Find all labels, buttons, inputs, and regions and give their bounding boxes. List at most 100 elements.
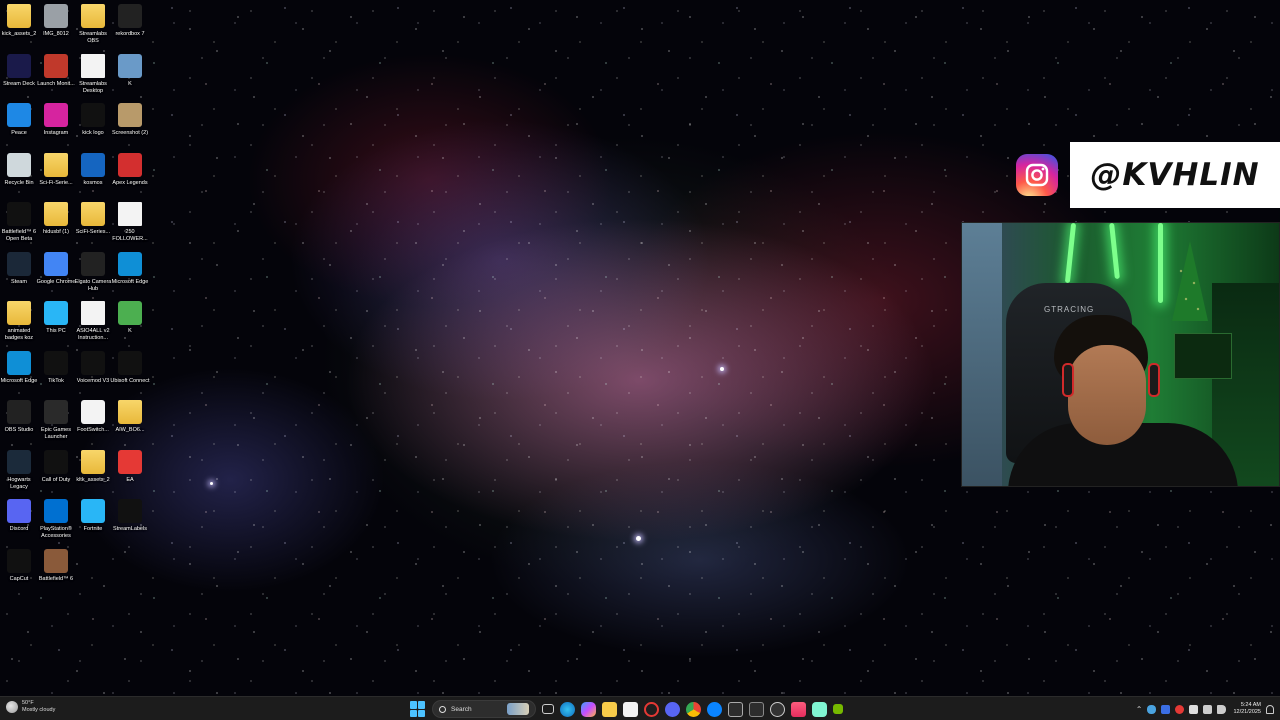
desktop-icon[interactable]: Epic Games Launcher [37,400,75,448]
neon-light [1064,223,1077,284]
ubisoft-icon [118,350,142,375]
start-button[interactable] [410,701,426,717]
desktop-icon-label: PlayStation® Accessories [40,526,72,539]
desktop-icon[interactable]: Steam [0,251,38,300]
desktop-icon-label: Voicemod V3 [76,377,110,384]
snip-icon[interactable] [728,701,743,717]
photo-icon [118,53,142,78]
desktop-icon-label: Epic Games Launcher [41,427,71,440]
folder-icon [81,4,105,28]
desktop-icon[interactable]: Microsoft Edge [0,350,38,399]
desktop-icon[interactable]: K [111,53,149,102]
desktop-icon[interactable]: Fortnite [74,499,112,547]
clock[interactable]: 5:24 AM 12/21/2025 [1233,702,1261,716]
desktop-icon[interactable]: SciFi-Series... [74,202,112,250]
search-input[interactable]: Search [432,700,536,718]
network-icon[interactable] [1189,704,1199,714]
remote-icon[interactable] [707,701,722,717]
capcut-icon [7,548,31,573]
desktop-icon-label: Screenshot (2) [111,130,149,136]
kick-icon [81,103,105,127]
desktop-icon-label: 250 FOLLOWER... [112,229,148,242]
desktop-icon[interactable]: Streamlabs OBS [74,4,112,52]
chrome-icon [44,251,68,276]
desktop-icon[interactable]: kosmos [74,152,112,201]
desktop-icon[interactable]: K [111,301,149,349]
desktop-icon-label: StreamLabels [113,526,147,532]
streamlabs-icon[interactable] [812,701,827,717]
recorder-icon[interactable] [644,701,659,717]
desktop-icon[interactable]: Recycle Bin [0,152,38,201]
obs-icon[interactable] [770,701,785,717]
instagram-handle: @KVHLIN [1070,142,1280,208]
desktop-icon[interactable]: hidusbf (1) [37,202,75,250]
store-icon[interactable] [623,701,638,717]
weather-widget[interactable]: 50°F Mostly cloudy [6,700,55,714]
image-icon [44,4,68,28]
desktop-icon[interactable]: Stream Deck [0,53,38,102]
desktop-icon[interactable]: animated badges koz [0,301,38,349]
desktop-icon[interactable]: Screenshot (2) [111,103,149,151]
desktop-icon[interactable]: kick logo [74,103,112,151]
notification-bell-icon[interactable] [1266,704,1274,714]
desktop-icon[interactable]: Streamlabs Desktop [74,53,112,102]
desktop-icon[interactable]: AIW_BO6... [111,400,149,448]
bluetooth-icon[interactable] [1161,704,1171,714]
folder-icon [44,152,68,177]
battlefield-icon [7,202,31,226]
desktop-icon-label: Call of Duty [41,476,71,483]
nvidia-icon[interactable] [833,704,843,714]
desktop-icon[interactable]: kltk_assets_2 [74,449,112,498]
desktop-icon[interactable]: Discord [0,499,38,547]
desktop-icon[interactable]: Elgato Camera Hub [74,251,112,300]
desktop-icon[interactable]: StreamLabels [111,499,149,547]
desktop-icon[interactable]: IMG_8012 [37,4,75,52]
edge-icon[interactable] [560,701,575,717]
desktop-icon[interactable]: kick_assets_2 [0,4,38,52]
desktop-icon[interactable]: OBS Studio [0,400,38,448]
desktop-icon[interactable]: Peace [0,103,38,151]
itunes-icon[interactable] [791,701,806,717]
desktop-icon[interactable]: EA [111,449,149,498]
desktop-icon[interactable]: Google Chrome [37,251,75,300]
desktop-icon[interactable]: This PC [37,301,75,349]
photo-icon [118,301,142,325]
desktop-icon[interactable]: Apex Legends [111,152,149,201]
desktop-icon[interactable]: Launch Monit... [37,53,75,102]
desktop-icon-label: Streamlabs OBS [79,31,107,44]
steam-icon [7,251,31,276]
copilot-icon[interactable] [581,701,596,717]
desktop-icon[interactable]: Call of Duty [37,449,75,498]
recycle-bin-icon [7,152,31,177]
desktop-icon[interactable]: Sci-Fi-Serie... [37,152,75,201]
desktop-icon[interactable]: Battlefield™ 6 [37,548,75,597]
desktop-icon[interactable]: 250 FOLLOWER... [111,202,149,250]
security-icon[interactable] [1175,704,1185,714]
camera-icon[interactable] [749,701,764,717]
task-view-icon[interactable] [542,704,554,714]
desktop-icon[interactable]: Instagram [37,103,75,151]
desktop-icon-label: ASIO4ALL v2 Instruction... [76,328,110,341]
display-icon[interactable] [1203,704,1213,714]
desktop-icon-label: Launch Monit... [37,80,75,87]
desktop-icon[interactable]: CapCut [0,548,38,597]
desktop-icon[interactable]: Hogwarts Legacy [0,449,38,498]
apex-icon [118,152,142,177]
file-explorer-icon[interactable] [602,701,617,717]
chevron-up-icon[interactable]: ⌃ [1136,705,1143,714]
desktop-icon[interactable]: TikTok [37,350,75,399]
desktop-icon[interactable]: PlayStation® Accessories [37,499,75,547]
volume-icon[interactable] [1217,704,1227,714]
onedrive-icon[interactable] [1147,704,1157,714]
epic-icon [44,400,68,424]
chrome-icon[interactable] [686,701,701,717]
desktop-icon[interactable]: FootSwitch... [74,400,112,448]
desktop-icon[interactable]: Voicemod V3 [74,350,112,399]
desktop-icon[interactable]: rekordbox 7 [111,4,149,52]
elgato-icon [81,251,105,276]
desktop-icon[interactable]: Ubisoft Connect [110,350,150,399]
discord-icon[interactable] [665,701,680,717]
desktop-icon[interactable]: ASIO4ALL v2 Instruction... [74,301,112,349]
desktop-icon[interactable]: Microsoft Edge [111,251,149,300]
desktop-icon[interactable]: Battlefield™ 6 Open Beta [0,202,38,250]
